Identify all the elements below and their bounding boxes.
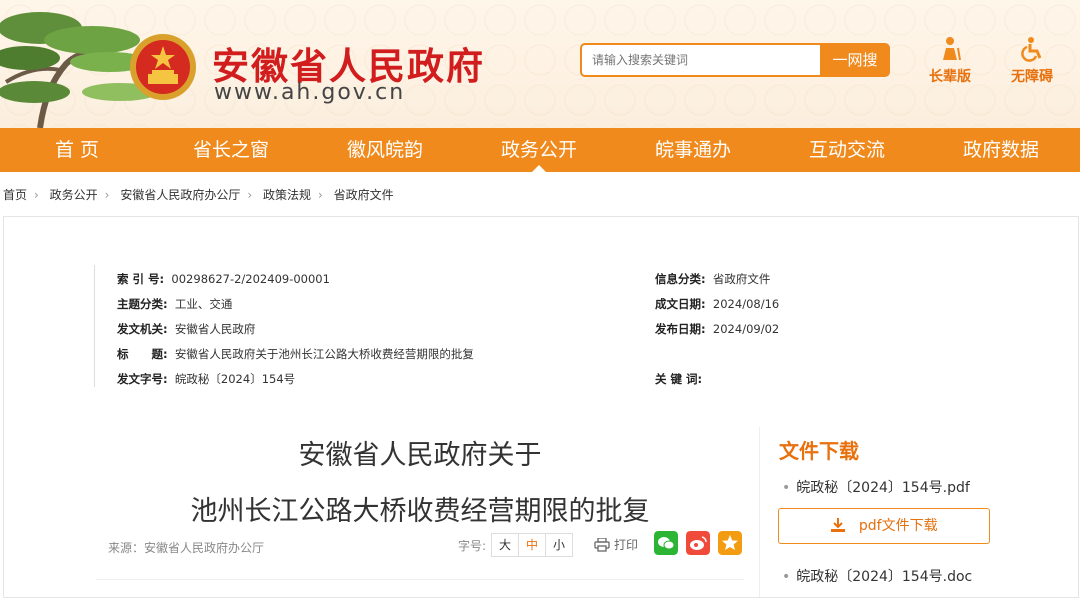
- national-emblem-icon: [130, 34, 196, 100]
- breadcrumb-gov-affairs[interactable]: 政务公开: [50, 188, 98, 202]
- bullet-icon: •: [782, 569, 791, 585]
- nav-item-interaction[interactable]: 互动交流: [770, 128, 924, 172]
- print-button[interactable]: 打印: [594, 536, 638, 553]
- download-file-doc-name: 皖政秘〔2024〕154号.doc: [796, 569, 973, 585]
- search-button[interactable]: 一网搜: [820, 43, 890, 77]
- meta-published-date-label: 发布日期:: [655, 322, 706, 336]
- meta-issuer-label: 发文机关:: [117, 322, 168, 336]
- nav-item-gov-affairs[interactable]: 政务公开: [462, 128, 616, 172]
- breadcrumb-home[interactable]: 首页: [3, 188, 27, 202]
- font-size-small-button[interactable]: 小: [545, 533, 574, 557]
- wheelchair-icon: [1021, 37, 1042, 62]
- accessibility-label: 无障碍: [1011, 69, 1053, 85]
- search-box: 一网搜: [580, 43, 890, 77]
- meta-written-date: 成文日期: 2024/08/16: [655, 296, 779, 312]
- meta-index: 索 引 号: 00298627-2/202409-00001: [117, 271, 330, 287]
- meta-written-date-label: 成文日期:: [655, 297, 706, 311]
- chevron-right-icon: ›: [317, 188, 323, 202]
- search-input[interactable]: [580, 43, 830, 77]
- breadcrumb: 首页 › 政务公开 › 安徽省人民政府办公厅 › 政策法规 › 省政府文件: [3, 186, 398, 203]
- download-file-doc[interactable]: • 皖政秘〔2024〕154号.doc: [782, 566, 972, 586]
- meta-title: 标 题: 安徽省人民政府关于池州长江公路大桥收费经营期限的批复: [117, 346, 474, 362]
- main-nav: 首 页 省长之窗 徽风皖韵 政务公开 皖事通办 互动交流 政府数据: [0, 128, 1080, 172]
- meta-doc-number-label: 发文字号:: [117, 372, 168, 386]
- bullet-icon: •: [782, 480, 791, 496]
- font-size-medium-button[interactable]: 中: [518, 533, 547, 557]
- elder-mode-link[interactable]: 长辈版: [918, 36, 982, 86]
- nav-item-home[interactable]: 首 页: [0, 128, 154, 172]
- site-header: 安徽省人民政府 www.ah.gov.cn 一网搜 长辈版 无障碍: [0, 0, 1080, 128]
- nav-item-governor[interactable]: 省长之窗: [154, 128, 308, 172]
- meta-keywords: 关 键 词:: [655, 371, 706, 387]
- meta-issuer: 发文机关: 安徽省人民政府: [117, 321, 255, 337]
- meta-index-label: 索 引 号:: [117, 272, 165, 286]
- sidebar-divider: [759, 427, 760, 597]
- breadcrumb-policy[interactable]: 政策法规: [263, 188, 311, 202]
- article-toolbar: 来源：安徽省人民政府办公厅 字号: 大 中 小 打印: [108, 531, 748, 557]
- wechat-share-icon[interactable]: [654, 531, 678, 555]
- meta-issuer-value: 安徽省人民政府: [174, 322, 256, 336]
- article-source: 来源：安徽省人民政府办公厅: [108, 541, 265, 555]
- document-title-line1: 安徽省人民政府关于: [298, 440, 542, 471]
- breadcrumb-current[interactable]: 省政府文件: [334, 188, 394, 202]
- meta-info-category-value: 省政府文件: [712, 272, 771, 286]
- meta-title-label: 标 题:: [117, 347, 168, 361]
- accessibility-link[interactable]: 无障碍: [1000, 36, 1064, 86]
- meta-topic-value: 工业、交通: [174, 297, 233, 311]
- meta-title-value: 安徽省人民政府关于池州长江公路大桥收费经营期限的批复: [174, 347, 474, 361]
- font-size-large-button[interactable]: 大: [491, 533, 520, 557]
- meta-topic-label: 主题分类:: [117, 297, 168, 311]
- weibo-share-icon[interactable]: [686, 531, 710, 555]
- chevron-right-icon: ›: [247, 188, 253, 202]
- download-file-pdf[interactable]: • 皖政秘〔2024〕154号.pdf: [782, 477, 970, 497]
- pdf-download-label: pdf文件下载: [858, 518, 938, 534]
- document-title-line2: 池州长江公路大桥收费经营期限的批复: [190, 496, 650, 527]
- toolbar-divider: [96, 579, 744, 580]
- nav-item-culture[interactable]: 徽风皖韵: [308, 128, 462, 172]
- meta-published-date: 发布日期: 2024/09/02: [655, 321, 779, 337]
- meta-doc-number-value: 皖政秘〔2024〕154号: [174, 372, 296, 386]
- document-meta: 索 引 号: 00298627-2/202409-00001 信息分类: 省政府…: [94, 265, 779, 387]
- nav-item-gov-data[interactable]: 政府数据: [924, 128, 1078, 172]
- printer-icon: [594, 537, 610, 552]
- meta-published-date-value: 2024/09/02: [712, 322, 780, 336]
- document-title: 安徽省人民政府关于 池州长江公路大桥收费经营期限的批复: [100, 433, 740, 535]
- print-label: 打印: [614, 538, 639, 552]
- elder-mode-label: 长辈版: [929, 69, 971, 85]
- meta-info-category: 信息分类: 省政府文件: [655, 271, 770, 287]
- favorite-star-icon[interactable]: [718, 531, 742, 555]
- meta-keywords-label: 关 键 词:: [655, 372, 703, 386]
- download-heading: 文件下载: [779, 439, 859, 463]
- meta-written-date-value: 2024/08/16: [712, 297, 780, 311]
- meta-topic: 主题分类: 工业、交通: [117, 296, 232, 312]
- pdf-download-button[interactable]: pdf文件下载: [778, 508, 990, 544]
- elder-icon: [943, 37, 961, 61]
- site-domain: www.ah.gov.cn: [214, 80, 406, 105]
- meta-info-category-label: 信息分类:: [655, 272, 706, 286]
- download-file-pdf-name: 皖政秘〔2024〕154号.pdf: [796, 480, 970, 496]
- download-icon: [831, 518, 846, 532]
- nav-item-services[interactable]: 皖事通办: [616, 128, 770, 172]
- meta-index-value: 00298627-2/202409-00001: [171, 272, 330, 286]
- font-size-control: 字号: 大 中 小: [458, 533, 574, 557]
- font-size-label: 字号:: [458, 538, 487, 553]
- content-card: 索 引 号: 00298627-2/202409-00001 信息分类: 省政府…: [3, 216, 1079, 598]
- chevron-right-icon: ›: [34, 188, 39, 202]
- meta-doc-number: 发文字号: 皖政秘〔2024〕154号: [117, 371, 295, 387]
- breadcrumb-office[interactable]: 安徽省人民政府办公厅: [120, 188, 240, 202]
- chevron-right-icon: ›: [104, 188, 110, 202]
